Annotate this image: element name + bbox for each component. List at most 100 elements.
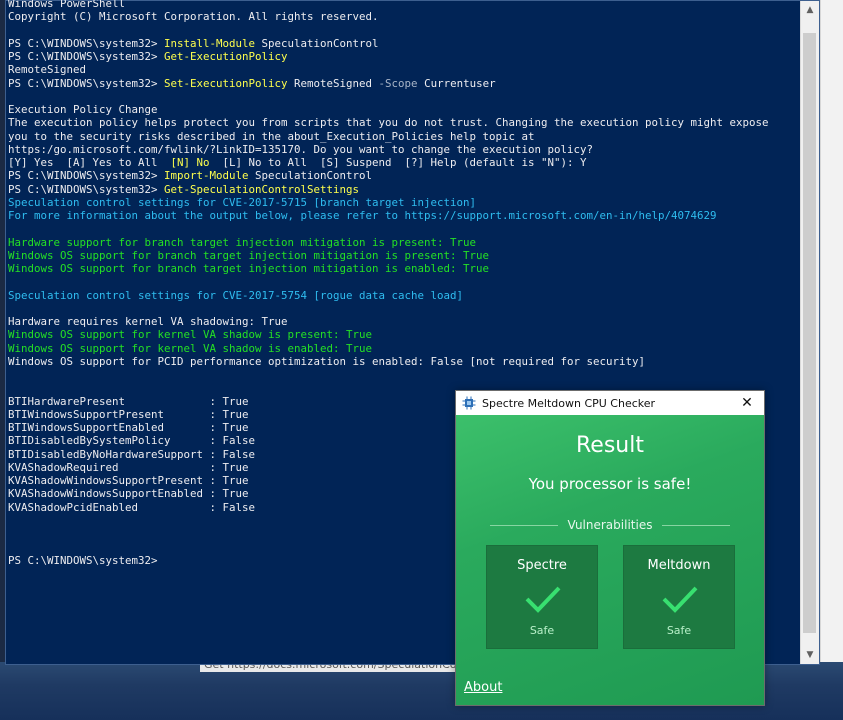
- console-text-segment: Speculation control settings for CVE-201…: [8, 288, 464, 302]
- console-text-segment: BTIHardwarePresent : True: [8, 394, 249, 408]
- console-text-segment: RemoteSigned: [287, 76, 379, 90]
- checkmark-icon: [662, 586, 698, 613]
- console-text-segment: KVAShadowPcidEnabled : False: [8, 500, 256, 514]
- divider-line: [490, 524, 558, 526]
- console-line: Windows OS support for branch target inj…: [8, 249, 799, 262]
- card-title: Meltdown: [647, 558, 711, 573]
- console-line: PS C:\WINDOWS\system32> Import-Module Sp…: [8, 169, 799, 182]
- card-status: Safe: [666, 624, 692, 637]
- console-text-segment: Execution Policy Change: [8, 103, 158, 116]
- console-text-segment: you to the security risks described in t…: [8, 129, 535, 143]
- console-text-segment: Windows OS support for branch target inj…: [8, 262, 490, 275]
- console-text-segment: Windows PowerShell: [8, 0, 126, 10]
- meltdown-card: Meltdown Safe: [623, 545, 735, 649]
- console-text-segment: Windows OS support for kernel VA shadow …: [8, 341, 373, 355]
- console-text-segment: PS C:\WINDOWS\system32>: [8, 50, 165, 63]
- console-text-segment: BTIDisabledByNoHardwareSupport : False: [8, 447, 256, 461]
- console-text-segment: Copyright (C) Microsoft Corporation. All…: [8, 10, 379, 24]
- console-text-segment: SpeculationControl: [248, 169, 373, 183]
- console-text-segment: RemoteSigned: [8, 63, 87, 77]
- console-line: Windows OS support for branch target inj…: [8, 262, 799, 275]
- console-text-segment: SpeculationControl: [255, 36, 379, 50]
- card-title: Spectre: [517, 558, 567, 573]
- console-text-segment: Speculation control settings for CVE-201…: [8, 195, 477, 209]
- spectre-card: Spectre Safe: [486, 545, 598, 649]
- console-text-segment: BTIDisabledBySystemPolicy : False: [8, 434, 256, 448]
- console-text-segment: Hardware requires kernel VA shadowing: T…: [8, 315, 288, 328]
- vulnerabilities-divider: Vulnerabilities: [490, 516, 730, 534]
- vertical-scrollbar[interactable]: ▲ ▼: [800, 1, 819, 664]
- console-line: For more information about the output be…: [8, 209, 799, 222]
- console-text-segment: The execution policy helps protect you f…: [8, 116, 769, 130]
- console-text-segment: Windows OS support for PCID performance …: [8, 354, 646, 368]
- checkmark-icon: [525, 586, 561, 613]
- console-text-segment: KVAShadowRequired : True: [8, 460, 249, 474]
- console-line: PS C:\WINDOWS\system32> Get-SpeculationC…: [8, 183, 799, 196]
- console-text-segment: KVAShadowWindowsSupportPresent : True: [8, 474, 249, 487]
- console-text-segment: PS C:\WINDOWS\system32>: [8, 182, 165, 196]
- console-line: Execution Policy Change: [8, 103, 799, 116]
- console-text-segment: PS C:\WINDOWS\system32>: [8, 76, 165, 90]
- console-text-segment: [Y] Yes [A] Yes to All: [8, 156, 171, 169]
- console-line: RemoteSigned: [8, 63, 799, 76]
- console-text-segment: PS C:\WINDOWS\system32>: [8, 169, 165, 183]
- console-text-segment: PS C:\WINDOWS\system32>: [8, 36, 165, 50]
- console-text-segment: BTIWindowsSupportEnabled : True: [8, 421, 249, 434]
- console-text-segment: Hardware support for branch target injec…: [8, 235, 477, 249]
- close-icon[interactable]: ✕: [730, 391, 764, 415]
- checker-titlebar[interactable]: Spectre Meltdown CPU Checker ✕: [456, 391, 764, 415]
- console-text-segment: https:/go.microsoft.com/fwlink/?LinkID=1…: [8, 142, 594, 156]
- console-line: Windows OS support for kernel VA shadow …: [8, 328, 799, 341]
- console-text-segment: Import-Module: [164, 169, 249, 183]
- console-line: Windows OS support for PCID performance …: [8, 355, 799, 368]
- console-line: https:/go.microsoft.com/fwlink/?LinkID=1…: [8, 143, 799, 156]
- console-text-segment: Currentuser: [417, 76, 496, 90]
- console-line: Windows OS support for kernel VA shadow …: [8, 342, 799, 355]
- result-heading: Result: [576, 433, 644, 458]
- console-text-segment: Install-Module: [164, 36, 256, 50]
- console-text-segment: [L] No to All [S] Suspend [?] Help (defa…: [209, 156, 587, 169]
- console-text-segment: BTIWindowsSupportPresent : True: [8, 407, 249, 421]
- window-title: Spectre Meltdown CPU Checker: [482, 396, 656, 410]
- console-line: [Y] Yes [A] Yes to All [N] No [L] No to …: [8, 156, 799, 169]
- about-link[interactable]: About: [464, 680, 502, 695]
- console-line: PS C:\WINDOWS\system32> Set-ExecutionPol…: [8, 77, 799, 90]
- result-message: You processor is safe!: [528, 475, 692, 493]
- checker-body: Result You processor is safe! Vulnerabil…: [456, 415, 764, 705]
- vulnerabilities-label: Vulnerabilities: [567, 518, 653, 532]
- scroll-thumb[interactable]: [803, 33, 816, 633]
- console-text-segment: For more information about the output be…: [8, 209, 717, 222]
- divider-line: [662, 524, 730, 526]
- console-text-segment: -Scope: [378, 76, 418, 90]
- checker-window: Spectre Meltdown CPU Checker ✕ Result Yo…: [455, 390, 765, 706]
- console-text-segment: KVAShadowWindowsSupportEnabled : True: [8, 487, 249, 501]
- console-line: Speculation control settings for CVE-201…: [8, 289, 799, 302]
- scroll-up-icon[interactable]: ▲: [801, 1, 819, 19]
- desktop-background: [820, 0, 843, 665]
- console-text-segment: Windows OS support for branch target inj…: [8, 248, 490, 262]
- console-line: Hardware requires kernel VA shadowing: T…: [8, 315, 799, 328]
- console-line: Windows PowerShell: [8, 0, 799, 10]
- console-line: The execution policy helps protect you f…: [8, 116, 799, 129]
- card-status: Safe: [529, 624, 555, 637]
- scroll-down-icon[interactable]: ▼: [801, 646, 819, 664]
- console-line: PS C:\WINDOWS\system32> Get-ExecutionPol…: [8, 50, 799, 63]
- console-text-segment: Get-ExecutionPolicy: [164, 50, 288, 63]
- console-line: Hardware support for branch target injec…: [8, 236, 799, 249]
- console-text-segment: Windows OS support for kernel VA shadow …: [8, 328, 373, 342]
- chip-icon: [462, 396, 476, 410]
- console-text-segment: Set-ExecutionPolicy: [164, 76, 288, 90]
- console-line: Speculation control settings for CVE-201…: [8, 196, 799, 209]
- console-line: Copyright (C) Microsoft Corporation. All…: [8, 10, 799, 23]
- console-text-segment: PS C:\WINDOWS\system32>: [8, 553, 158, 567]
- console-line: PS C:\WINDOWS\system32> Install-Module S…: [8, 37, 799, 50]
- console-line: you to the security risks described in t…: [8, 130, 799, 143]
- console-text-segment: Get-SpeculationControlSettings: [164, 182, 360, 196]
- console-text-segment: [N] No: [170, 156, 210, 169]
